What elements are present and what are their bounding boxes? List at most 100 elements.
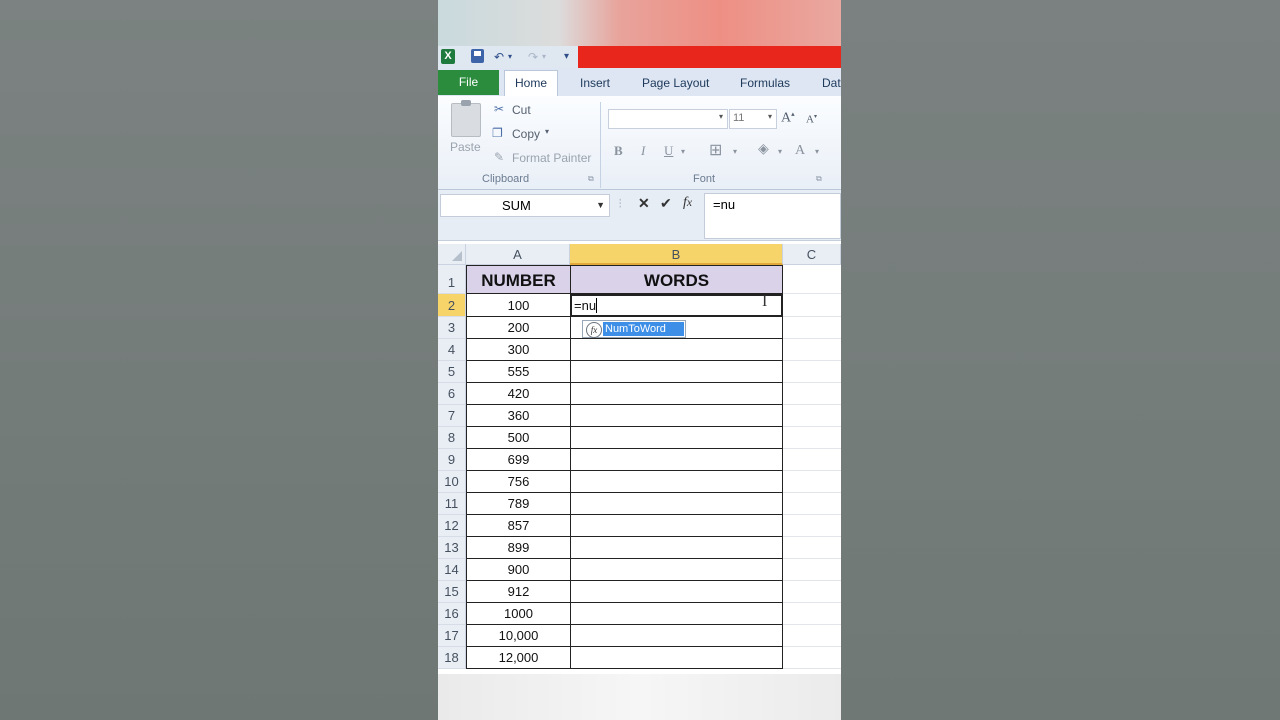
number-cell[interactable]: 900 bbox=[466, 559, 570, 581]
number-cell[interactable]: 200 bbox=[466, 317, 570, 339]
row-header[interactable]: 4 bbox=[438, 339, 466, 361]
font-name-select[interactable]: ▾ bbox=[608, 109, 728, 129]
row-header[interactable]: 12 bbox=[438, 515, 466, 537]
empty-cell[interactable] bbox=[783, 537, 841, 559]
tab-formulas[interactable]: Formulas bbox=[730, 73, 800, 95]
number-cell[interactable]: 360 bbox=[466, 405, 570, 427]
name-box-dropdown-icon[interactable]: ▼ bbox=[596, 195, 605, 216]
customize-toolbar-icon[interactable]: ▾ bbox=[564, 49, 569, 65]
copy-button[interactable]: Copy bbox=[512, 127, 540, 141]
tab-page-layout[interactable]: Page Layout bbox=[632, 73, 719, 95]
empty-cell[interactable] bbox=[783, 383, 841, 405]
empty-cell[interactable] bbox=[783, 294, 841, 317]
copy-dropdown-icon[interactable]: ▾ bbox=[545, 127, 549, 136]
tab-home[interactable]: Home bbox=[504, 70, 559, 97]
borders-icon[interactable]: ⊞ bbox=[709, 140, 722, 160]
row-header[interactable]: 2 bbox=[438, 294, 466, 317]
redo-dropdown-icon[interactable]: ▾ bbox=[542, 49, 546, 65]
words-cell[interactable] bbox=[570, 559, 783, 581]
empty-cell[interactable] bbox=[783, 559, 841, 581]
empty-cell[interactable] bbox=[783, 339, 841, 361]
words-cell[interactable] bbox=[570, 515, 783, 537]
row-header[interactable]: 9 bbox=[438, 449, 466, 471]
empty-cell[interactable] bbox=[783, 449, 841, 471]
undo-dropdown-icon[interactable]: ▾ bbox=[508, 49, 512, 65]
words-cell[interactable] bbox=[570, 427, 783, 449]
grow-font-icon[interactable]: A▴ bbox=[781, 110, 795, 127]
words-cell[interactable] bbox=[570, 625, 783, 647]
words-cell[interactable] bbox=[570, 383, 783, 405]
empty-cell[interactable] bbox=[783, 625, 841, 647]
number-cell[interactable]: 420 bbox=[466, 383, 570, 405]
number-cell[interactable]: 555 bbox=[466, 361, 570, 383]
empty-cell[interactable] bbox=[783, 471, 841, 493]
row-header[interactable]: 16 bbox=[438, 603, 466, 625]
paste-icon[interactable] bbox=[451, 100, 481, 137]
number-cell[interactable]: 699 bbox=[466, 449, 570, 471]
font-size-select[interactable]: 11 ▾ bbox=[729, 109, 777, 129]
empty-cell[interactable] bbox=[783, 405, 841, 427]
row-header[interactable]: 15 bbox=[438, 581, 466, 603]
font-color-icon[interactable]: A bbox=[795, 143, 805, 159]
row-header[interactable]: 8 bbox=[438, 427, 466, 449]
select-all-corner[interactable] bbox=[438, 244, 466, 265]
number-cell[interactable]: 10,000 bbox=[466, 625, 570, 647]
shrink-font-icon[interactable]: A▾ bbox=[806, 113, 817, 126]
number-cell[interactable]: 899 bbox=[466, 537, 570, 559]
cut-button[interactable]: Cut bbox=[512, 103, 531, 117]
words-cell[interactable] bbox=[570, 647, 783, 669]
enter-icon[interactable]: ✔ bbox=[660, 195, 672, 212]
name-box[interactable]: SUM ▼ bbox=[440, 194, 610, 217]
words-cell[interactable] bbox=[570, 471, 783, 493]
row-header[interactable]: 18 bbox=[438, 647, 466, 669]
italic-button[interactable]: I bbox=[641, 143, 645, 159]
row-header[interactable]: 14 bbox=[438, 559, 466, 581]
tab-data[interactable]: Dat bbox=[812, 73, 841, 95]
number-cell[interactable]: 12,000 bbox=[466, 647, 570, 669]
empty-cell[interactable] bbox=[783, 515, 841, 537]
cancel-icon[interactable]: ✕ bbox=[638, 195, 650, 212]
underline-dropdown-icon[interactable]: ▾ bbox=[681, 147, 685, 156]
autocomplete-suggestion[interactable]: NumToWord bbox=[603, 322, 684, 336]
words-cell[interactable] bbox=[570, 449, 783, 471]
words-cell[interactable] bbox=[570, 603, 783, 625]
number-cell[interactable]: 1000 bbox=[466, 603, 570, 625]
row-header[interactable]: 3 bbox=[438, 317, 466, 339]
paste-button[interactable]: Paste bbox=[450, 140, 481, 154]
fill-color-icon[interactable]: ◈ bbox=[758, 141, 769, 158]
words-cell[interactable] bbox=[570, 405, 783, 427]
empty-cell[interactable] bbox=[783, 581, 841, 603]
number-cell[interactable]: 912 bbox=[466, 581, 570, 603]
row-header[interactable]: 7 bbox=[438, 405, 466, 427]
words-cell[interactable] bbox=[570, 361, 783, 383]
active-cell-editor[interactable]: =nu bbox=[570, 294, 783, 317]
underline-button[interactable]: U bbox=[664, 143, 673, 159]
font-color-dropdown-icon[interactable]: ▾ bbox=[815, 147, 819, 156]
number-cell[interactable]: 300 bbox=[466, 339, 570, 361]
row-header[interactable]: 11 bbox=[438, 493, 466, 515]
row-header[interactable]: 13 bbox=[438, 537, 466, 559]
row-header[interactable]: 17 bbox=[438, 625, 466, 647]
empty-cell[interactable] bbox=[783, 493, 841, 515]
row-header[interactable]: 5 bbox=[438, 361, 466, 383]
number-cell[interactable]: 789 bbox=[466, 493, 570, 515]
empty-cell[interactable] bbox=[783, 317, 841, 339]
insert-function-icon[interactable]: fx bbox=[683, 195, 692, 211]
words-cell[interactable] bbox=[570, 581, 783, 603]
number-cell[interactable]: 500 bbox=[466, 427, 570, 449]
borders-dropdown-icon[interactable]: ▾ bbox=[733, 147, 737, 156]
row-header[interactable]: 1 bbox=[438, 265, 466, 294]
redo-icon[interactable]: ↷ bbox=[528, 49, 538, 65]
empty-cell[interactable] bbox=[783, 265, 841, 294]
number-cell[interactable]: 756 bbox=[466, 471, 570, 493]
tab-file[interactable]: File bbox=[438, 70, 499, 95]
formula-input[interactable]: =nu bbox=[704, 193, 841, 239]
tab-insert[interactable]: Insert bbox=[570, 73, 620, 95]
words-cell[interactable] bbox=[570, 339, 783, 361]
autocomplete-dropdown[interactable]: fx NumToWord bbox=[582, 320, 686, 338]
empty-cell[interactable] bbox=[783, 361, 841, 383]
clipboard-launcher-icon[interactable]: ⧉ bbox=[588, 174, 594, 184]
format-painter-button[interactable]: Format Painter bbox=[512, 151, 591, 165]
empty-cell[interactable] bbox=[783, 603, 841, 625]
row-header[interactable]: 6 bbox=[438, 383, 466, 405]
